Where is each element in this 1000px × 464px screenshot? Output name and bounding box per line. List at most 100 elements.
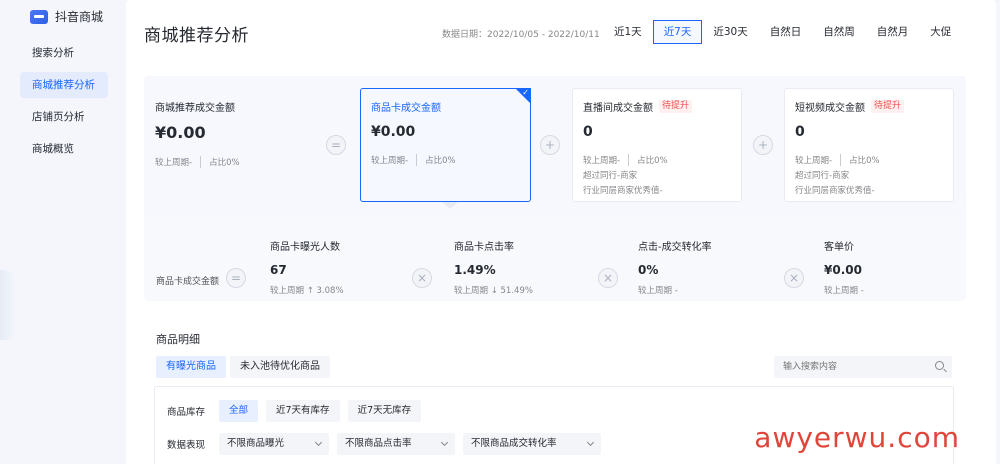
breakdown-label: 商品卡成交金额 [156,277,220,287]
equals-icon: = [326,135,346,155]
plus-icon: + [540,135,560,155]
sidebar: 抖音商城 搜索分析 商城推荐分析 店铺页分析 商城概览 [0,0,122,464]
stock-filter-row: 商品库存 全部 近7天有库存 近7天无库存 [167,400,429,422]
decorative-shape [0,270,16,340]
tab-exposed-products[interactable]: 有曝光商品 [156,356,226,378]
filter-label: 数据表现 [167,440,206,451]
equals-icon: = [226,268,246,288]
section-title: 商品明细 [156,333,200,346]
metric-click-rate: 商品卡点击率 1.49% 较上周期 ↓ 51.49% [454,238,533,296]
metric-title: 客单价 [824,242,854,253]
card-value: 0 [795,124,805,140]
chip-all[interactable]: 全部 [219,400,259,422]
peer-excellent: 行业同层商家优秀值- [795,186,875,196]
card-value: 0 [583,124,593,140]
metric-compare: 较上周期 - [824,286,864,296]
plus-icon: + [753,135,773,155]
multiply-icon: × [784,268,804,288]
card-short-video-gmv[interactable]: 短视频成交金额 待提升 0 较上周期- 占比0% 超过同行-商家 行业同层商家优… [784,88,954,202]
compare-period: 较上周期- [583,156,621,166]
sidebar-nav: 搜索分析 商城推荐分析 店铺页分析 商城概览 [20,40,108,168]
card-compare: 较上周期- 占比0% [795,154,943,166]
tab-promotion[interactable]: 大促 [919,20,962,44]
card-live-gmv[interactable]: 直播间成交金额 待提升 0 较上周期- 占比0% 超过同行-商家 行业同层商家优… [572,88,742,202]
card-compare: 较上周期- 占比0% [155,156,333,168]
dropdown-value: 不限商品曝光 [227,438,285,449]
metric-exposure-users: 商品卡曝光人数 67 较上周期 ↑ 3.08% [270,238,344,296]
tab-natural-day[interactable]: 自然日 [759,20,813,44]
compare-period: 较上周期- [795,156,833,166]
multiply-icon: × [412,268,432,288]
dropdown-click-rate[interactable]: 不限商品点击率 [337,433,455,455]
dropdown-conversion[interactable]: 不限商品成交转化率 [463,433,601,455]
metric-value: 67 [270,263,287,277]
metric-value: 0% [638,263,659,277]
store-logo-icon [30,9,48,24]
dropdown-exposure[interactable]: 不限商品曝光 [219,433,329,455]
dropdown-value: 不限商品点击率 [345,438,412,449]
metric-conversion-rate: 点击-成交转化率 0% 较上周期 - [638,238,712,296]
chip-out-of-stock-7d[interactable]: 近7天无库存 [347,400,422,422]
peer-rank: 超过同行-商家 [795,171,850,181]
tab-1day[interactable]: 近1天 [603,20,653,44]
chevron-down-icon [314,438,323,447]
metric-value: 1.49% [454,263,496,277]
share-ratio: 占比0% [628,154,668,166]
dropdown-value: 不限商品成交转化率 [471,438,557,449]
detail-tabs: 有曝光商品 未入池待优化商品 [156,356,330,378]
metric-avg-order-value: 客单价 ¥0.00 较上周期 - [824,238,864,296]
date-tabs: 近1天 近7天 近30天 自然日 自然周 自然月 大促 [603,20,962,44]
sidebar-item-mall-recommend[interactable]: 商城推荐分析 [20,72,108,98]
card-product-card-gmv[interactable]: ✓ 商品卡成交金额 ¥0.00 较上周期- 占比0% [360,88,531,202]
card-title-row: 短视频成交金额 待提升 [795,99,943,114]
card-mall-recommend-gmv[interactable]: 商城推荐成交金额 ¥0.00 较上周期- 占比0% [144,88,344,202]
peer-excellent: 行业同层商家优秀值- [583,186,663,196]
check-icon: ✓ [522,88,529,97]
compare-period: 较上周期- [155,158,193,168]
watermark: awyerwu.com [754,421,960,454]
share-ratio: 占比0% [840,154,880,166]
chevron-down-icon [440,438,449,447]
card-title: 商城推荐成交金额 [155,103,235,114]
status-badge: 待提升 [871,100,905,113]
performance-filter-row: 数据表现 不限商品曝光 不限商品点击率 不限商品成交转化率 [167,433,609,455]
share-ratio: 占比0% [416,154,456,166]
card-pointer [442,202,458,209]
sidebar-item-search-analysis[interactable]: 搜索分析 [20,40,108,66]
main-panel: 商城推荐分析 数据日期：2022/10/05 - 2022/10/11 近1天 … [126,0,996,464]
sidebar-item-mall-overview[interactable]: 商城概览 [20,136,108,162]
metric-compare: 较上周期 - [638,286,678,296]
search-icon[interactable] [935,361,944,370]
brand-name: 抖音商城 [55,10,104,24]
card-compare: 较上周期- 占比0% [371,154,520,166]
metric-value: ¥0.00 [824,263,862,277]
tab-unlisted-products[interactable]: 未入池待优化商品 [230,356,330,378]
metric-compare: 较上周期 ↑ 3.08% [270,286,344,296]
tab-30days[interactable]: 近30天 [702,20,758,44]
date-range: 数据日期：2022/10/05 - 2022/10/11 [442,30,600,40]
metric-compare: 较上周期 ↓ 51.49% [454,286,533,296]
sidebar-item-store-page[interactable]: 店铺页分析 [20,104,108,130]
filter-label: 商品库存 [167,407,206,418]
metric-title: 点击-成交转化率 [638,242,712,253]
search-input[interactable] [774,356,952,378]
page-title: 商城推荐分析 [144,26,249,46]
compare-period: 较上周期- [371,156,409,166]
tab-7days[interactable]: 近7天 [652,20,703,44]
status-badge: 待提升 [659,100,693,113]
brand: 抖音商城 [30,8,103,25]
card-title: 短视频成交金额 [795,103,865,114]
metric-title: 商品卡点击率 [454,242,514,253]
tab-natural-week[interactable]: 自然周 [812,20,866,44]
card-value: ¥0.00 [371,124,416,140]
card-title: 商品卡成交金额 [371,103,441,114]
share-ratio: 占比0% [200,156,240,168]
chevron-down-icon [586,438,595,447]
multiply-icon: × [598,268,618,288]
tab-natural-month[interactable]: 自然月 [866,20,920,44]
metric-title: 商品卡曝光人数 [270,242,340,253]
card-compare: 较上周期- 占比0% [583,154,731,166]
card-title: 直播间成交金额 [583,103,653,114]
peer-rank: 超过同行-商家 [583,171,638,181]
chip-in-stock-7d[interactable]: 近7天有库存 [266,400,340,422]
